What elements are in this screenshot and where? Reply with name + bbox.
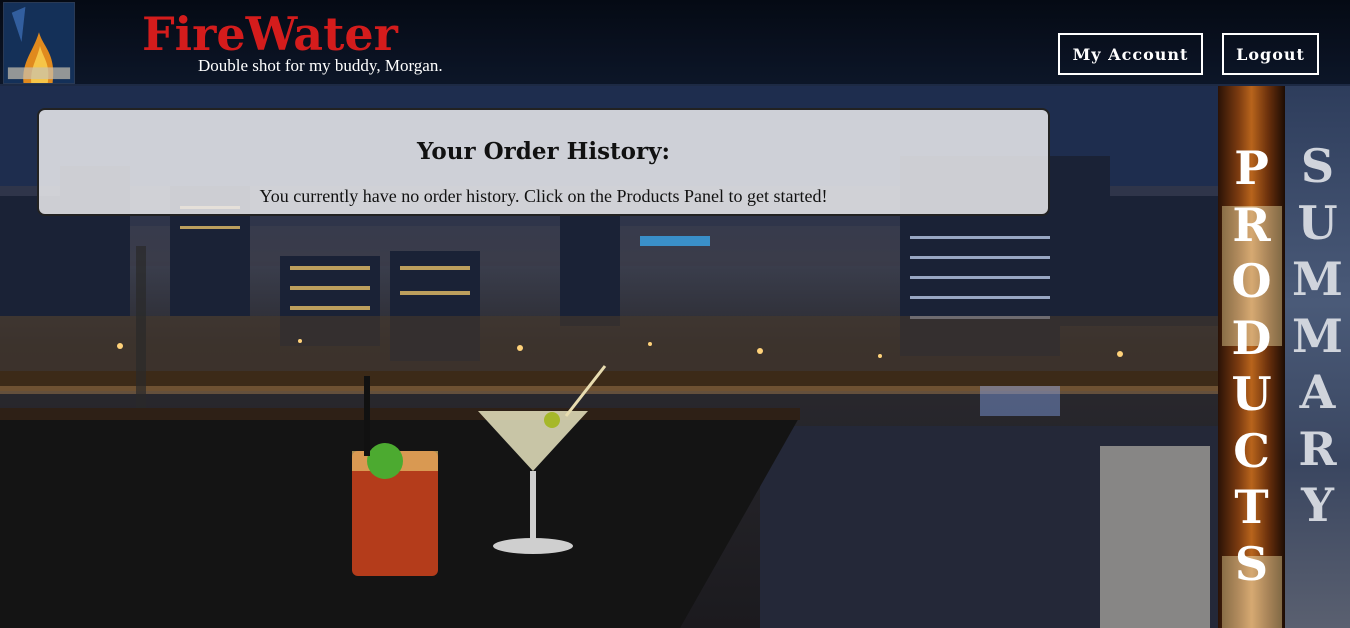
- logout-button[interactable]: Logout: [1222, 33, 1319, 75]
- tab-letter: S: [1300, 139, 1335, 193]
- order-history-panel: Your Order History: You currently have n…: [37, 108, 1050, 216]
- tab-letter: U: [1297, 195, 1338, 250]
- summary-tab-label: S U M M A R Y: [1285, 138, 1350, 534]
- tab-letter: M: [1292, 252, 1343, 306]
- tab-letter: M: [1292, 308, 1343, 363]
- order-history-title: Your Order History:: [417, 138, 670, 165]
- my-account-button[interactable]: My Account: [1058, 33, 1203, 75]
- order-history-message: You currently have no order history. Cli…: [259, 186, 828, 206]
- tab-letter: A: [1299, 365, 1336, 419]
- brand-title: FireWater: [142, 7, 398, 61]
- tab-letter: Y: [1301, 478, 1334, 532]
- tab-letter: U: [1231, 367, 1272, 421]
- products-panel-tab[interactable]: P R O D U C T S: [1218, 86, 1285, 628]
- summary-panel-tab[interactable]: S U M M A R Y: [1285, 86, 1350, 628]
- firewater-logo-icon[interactable]: [3, 2, 75, 84]
- products-tab-label: P R O D U C T S: [1218, 140, 1285, 592]
- tagline: Double shot for my buddy, Morgan.: [198, 56, 443, 75]
- tab-letter: S: [1234, 536, 1269, 591]
- tab-letter: D: [1231, 310, 1272, 365]
- tab-letter: R: [1232, 197, 1271, 252]
- tab-letter: C: [1233, 423, 1270, 478]
- tab-letter: P: [1234, 141, 1269, 195]
- tab-letter: O: [1231, 254, 1272, 308]
- tab-letter: T: [1234, 480, 1269, 534]
- header: FireWater Double shot for my buddy, Morg…: [0, 0, 1350, 86]
- tab-letter: R: [1298, 421, 1337, 476]
